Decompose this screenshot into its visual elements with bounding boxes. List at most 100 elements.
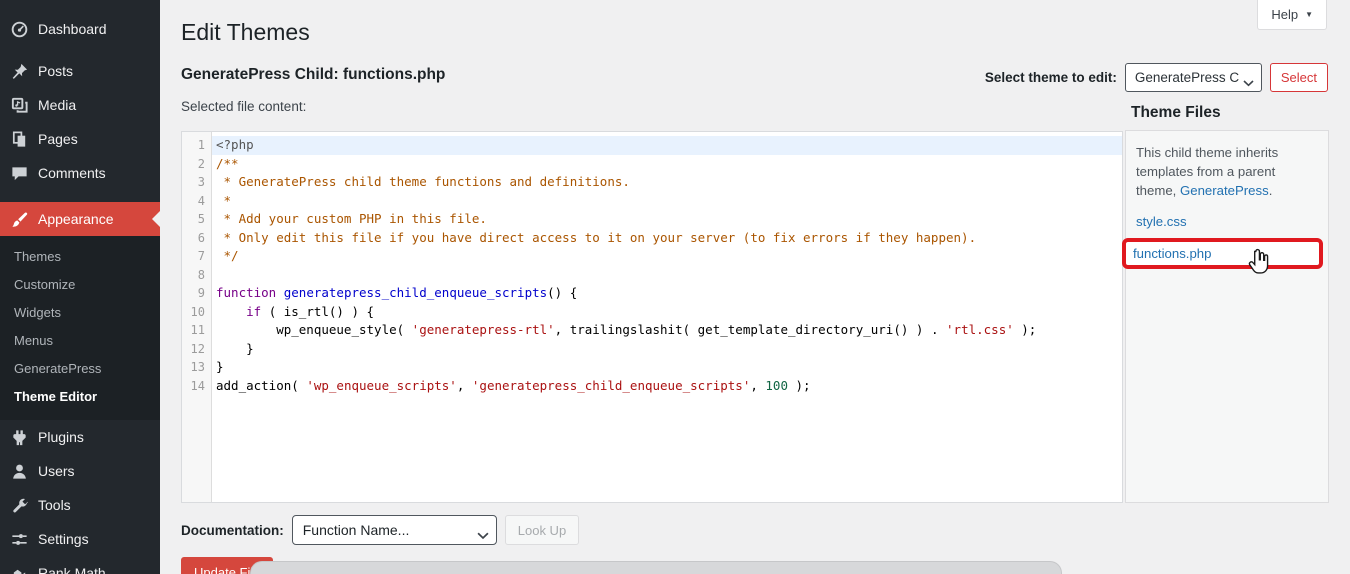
code-text: function generatepress_child_enqueue_scr… (216, 285, 578, 300)
line-number: 10 (190, 304, 205, 319)
code-line-9: 9 function generatepress_child_enqueue_sc… (182, 284, 1122, 303)
sidebar-item-media[interactable]: Media (0, 88, 160, 122)
theme-files-title: Theme Files (1131, 104, 1221, 121)
line-number: 2 (197, 156, 205, 171)
sidebar-item-label: Tools (38, 497, 71, 513)
code-line-14: 14 add_action( 'wp_enqueue_scripts', 'gen… (182, 377, 1122, 396)
code-line-7: 7 */ (182, 247, 1122, 266)
line-number: 14 (190, 378, 205, 393)
notice-period: . (1268, 183, 1273, 199)
sidebar-item-label: Appearance (38, 211, 114, 227)
theme-select-dropdown[interactable]: GeneratePress Cl (1124, 62, 1262, 92)
file-subtitle: GeneratePress Child: functions.php (181, 66, 446, 83)
chevron-down-icon (477, 527, 489, 545)
code-line-1: 1 <?php (182, 136, 1122, 155)
code-text: } (216, 359, 224, 374)
line-number: 6 (197, 230, 205, 245)
line-number: 9 (197, 286, 205, 300)
pushpin-icon (9, 61, 29, 81)
line-number: 7 (197, 249, 205, 263)
sidebar-item-rank-math[interactable]: Rank Math (0, 556, 160, 574)
hand-cursor-icon (1248, 248, 1269, 274)
sidebar-item-comments[interactable]: Comments (0, 156, 160, 190)
selected-file-content-label: Selected file content: (181, 99, 307, 114)
appearance-submenu: Themes Customize Widgets Menus GeneratePress… (0, 236, 160, 420)
code-editor[interactable]: 1 <?php 2 /** 3 * GeneratePress child theme … (181, 131, 1123, 503)
theme-select-label: Select theme to edit: (984, 69, 1117, 85)
sidebar-item-label: Comments (38, 165, 106, 181)
sidebar-item-label: Pages (38, 131, 78, 147)
line-number: 5 (197, 212, 205, 226)
code-text: <?php (212, 136, 1122, 155)
submenu-item-widgets[interactable]: Widgets (0, 299, 160, 327)
submenu-item-menus[interactable]: Menus (0, 327, 160, 355)
code-line-8: 8 (182, 266, 1122, 285)
sidebar-menu: Dashboard Posts Media Pages Comments Appearan… (0, 12, 160, 574)
sidebar-item-tools[interactable]: Tools (0, 488, 160, 522)
theme-files-panel: This child theme inherits templates from… (1122, 130, 1329, 503)
submenu-item-customize[interactable]: Customize (0, 271, 160, 299)
code-text: * GeneratePress child theme functions an… (216, 174, 630, 189)
code-line-4: 4 * (182, 192, 1122, 211)
selected-file-highlight-annotation: functions.php (1122, 238, 1323, 270)
sidebar-item-users[interactable]: Users (0, 454, 160, 488)
lookup-button[interactable]: Look Up (504, 515, 580, 545)
cropped-bottom-element (250, 561, 1062, 574)
theme-select-row: Select theme to edit: GeneratePress Cl S… (985, 62, 1328, 92)
code-line-2: 2 /** (182, 155, 1122, 174)
help-label: Help (1271, 7, 1299, 22)
pages-icon (9, 129, 29, 149)
sidebar-item-pages[interactable]: Pages (0, 122, 160, 156)
sidebar-item-plugins[interactable]: Plugins (0, 420, 160, 454)
code-line-10: 10 if ( is_rtl() ) { (182, 303, 1122, 322)
plugin-icon (9, 427, 29, 447)
submenu-item-generatepress[interactable]: GeneratePress (0, 355, 160, 383)
parent-theme-link[interactable]: GeneratePress (1180, 183, 1269, 198)
page-title: Edit Themes (181, 19, 310, 45)
code-text: * (216, 192, 232, 208)
submenu-item-themes[interactable]: Themes (0, 243, 160, 271)
documentation-row: Documentation: Function Name... Look Up (181, 515, 580, 545)
code-text: add_action( 'wp_enqueue_scripts', 'gener… (216, 377, 811, 393)
sidebar-item-label: Media (38, 97, 77, 113)
file-link-functions-php[interactable]: functions.php (1133, 246, 1211, 261)
sidebar-item-settings[interactable]: Settings (0, 522, 160, 556)
submenu-item-theme-editor[interactable]: Theme Editor (0, 383, 160, 411)
help-button[interactable]: Help ▼ (1257, 0, 1327, 30)
code-line-3: 3 * GeneratePress child theme functions … (182, 173, 1122, 192)
sidebar-item-label: Posts (38, 63, 74, 79)
line-number: 11 (190, 323, 205, 337)
theme-select-value: GeneratePress Cl (1134, 69, 1239, 85)
sidebar-item-label: Settings (38, 531, 89, 547)
sidebar-item-appearance[interactable]: Appearance (0, 202, 160, 236)
line-number: 13 (190, 360, 205, 374)
wordpress-theme-editor-screen: Dashboard Posts Media Pages Comments Appearan… (0, 0, 1350, 574)
code-text: wp_enqueue_style( 'generatepress-rtl', t… (216, 322, 1037, 337)
documentation-dropdown[interactable]: Function Name... (291, 515, 497, 545)
line-number: 4 (197, 193, 205, 208)
brush-icon (9, 209, 29, 229)
documentation-label: Documentation: (181, 522, 284, 538)
sidebar-item-dashboard[interactable]: Dashboard (0, 12, 160, 46)
select-theme-button[interactable]: Select (1269, 62, 1328, 92)
code-line-5: 5 * Add your custom PHP in this file. (182, 210, 1122, 229)
line-number: 1 (197, 138, 205, 152)
sidebar-item-posts[interactable]: Posts (0, 54, 160, 88)
file-link-style-css[interactable]: style.css (1136, 214, 1318, 229)
sidebar-item-label: Dashboard (38, 21, 107, 37)
child-theme-notice: This child theme inherits templates from… (1136, 143, 1318, 200)
media-icon (9, 95, 29, 115)
chevron-down-icon (1243, 74, 1254, 92)
admin-sidebar: Dashboard Posts Media Pages Comments Appearan… (0, 0, 160, 574)
code-text: * Only edit this file if you have direct… (216, 229, 977, 245)
documentation-value: Function Name... (302, 522, 410, 538)
code-text: * Add your custom PHP in this file. (216, 211, 487, 226)
code-line-13: 13} (182, 358, 1122, 377)
settings-icon (9, 529, 29, 549)
wrench-icon (9, 495, 29, 515)
code-line-11: 11 wp_enqueue_style( 'generatepress-rtl'… (182, 321, 1122, 340)
comments-icon (9, 163, 29, 183)
user-icon (9, 461, 29, 481)
dashboard-icon (9, 19, 29, 39)
